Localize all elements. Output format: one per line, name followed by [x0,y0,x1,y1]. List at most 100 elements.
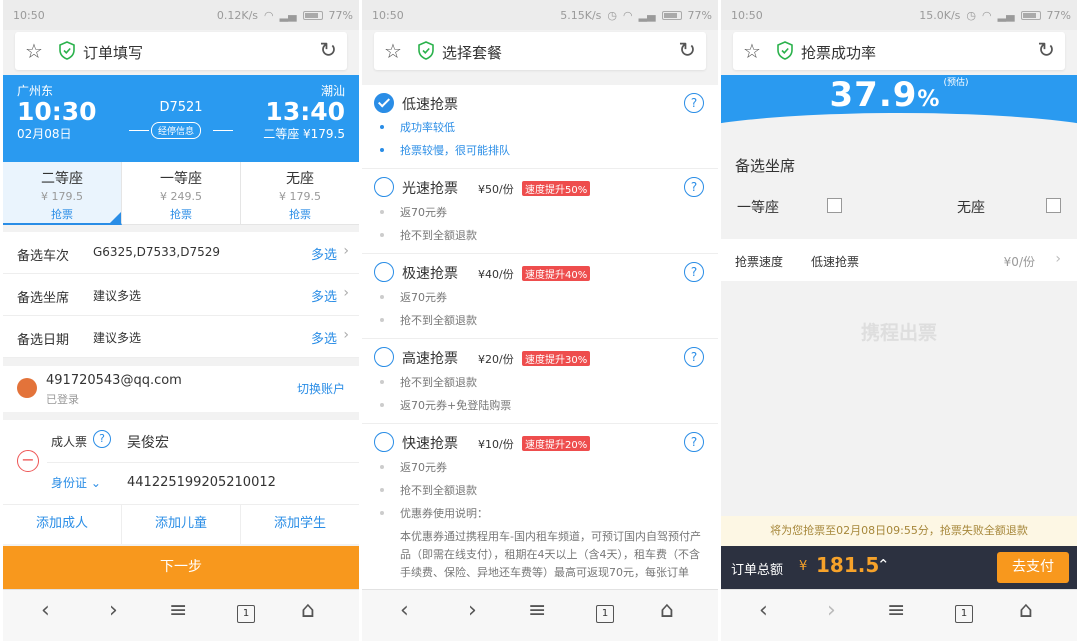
menu-icon[interactable]: ≡ [169,598,187,623]
currency: ¥ [799,559,808,574]
package-light-speed[interactable]: 光速抢票 ¥50/份 速度提升50% ? 返70元券 抢不到全额退款 [362,169,718,254]
multi-select-link[interactable]: 多选 [311,328,337,347]
back-icon[interactable]: ‹ [41,598,50,623]
radio-checked-icon[interactable] [374,93,394,113]
next-step-button[interactable]: 下一步 [3,546,359,589]
address-box[interactable]: ☆ 抢票成功率 ↻ [733,32,1065,70]
success-rate: 37.9%(预估) [721,75,1077,115]
tabs-icon[interactable]: 1 [237,605,255,623]
divider [129,130,149,131]
star-icon[interactable]: ☆ [743,39,761,63]
tabs-icon[interactable]: 1 [955,605,973,623]
speed-row[interactable]: 抢票速度 低速抢票 ¥0/份 › [721,239,1077,281]
status-bar: 10:50 5.15K/s ◷ ◠ ▂▄ 77% [362,0,718,30]
radio-icon[interactable] [374,432,394,452]
no-seat-checkbox[interactable] [1046,198,1061,213]
package-fast-speed[interactable]: 快速抢票 ¥10/份 速度提升20% ? 返70元券 抢不到全额退款 优惠券使用… [362,424,718,604]
star-icon[interactable]: ☆ [25,39,43,63]
login-status: 已登录 [46,393,79,406]
help-icon[interactable]: ? [684,347,704,367]
reload-icon[interactable]: ↻ [319,38,337,62]
help-icon[interactable]: ? [684,432,704,452]
seat-options: 二等座 ¥ 179.5 抢票 一等座 ¥ 249.5 抢票 无座 ¥ 179.5… [3,162,359,225]
menu-icon[interactable]: ≡ [887,598,905,623]
address-box[interactable]: ☆ 选择套餐 ↻ [374,32,706,70]
row-label: 备选坐席 [17,291,70,306]
home-icon[interactable]: ⌂ [301,598,315,623]
signal-icon: ▂▄ [279,9,297,22]
status-time: 10:50 [731,9,763,22]
travel-date: 02月08日 [17,127,72,141]
wave-shape [721,113,1077,132]
home-icon[interactable]: ⌂ [1019,598,1033,623]
package-extreme-speed[interactable]: 极速抢票 ¥40/份 速度提升40% ? 返70元券 抢不到全额退款 [362,254,718,339]
forward-icon[interactable]: › [827,598,836,623]
radio-icon[interactable] [374,177,394,197]
reload-icon[interactable]: ↻ [1037,38,1055,62]
bullet [380,403,384,407]
help-icon[interactable]: ? [684,93,704,113]
remove-passenger-icon[interactable]: − [17,450,39,472]
seat-no-seat[interactable]: 无座 ¥ 179.5 抢票 [241,162,359,225]
add-student-button[interactable]: 添加学生 [241,505,359,544]
home-icon[interactable]: ⌂ [660,598,674,623]
refund-notice: 将为您抢票至02月08日09:55分，抢票失败全额退款 [721,516,1077,546]
seat-first-class[interactable]: 一等座 ¥ 249.5 抢票 [122,162,241,225]
speed-badge: 速度提升40% [522,266,591,281]
forward-icon[interactable]: › [109,598,118,623]
alternative-options: 备选车次 G6325,D7533,D7529 多选 › 备选坐席 建议多选 多选… [3,232,359,358]
pay-bar: 订单总额 ¥ 181.5 ⌃ 去支付 [721,546,1077,589]
option-label: 无座 [957,200,985,216]
battery-level: 77% [328,9,353,22]
wifi-icon: ◠ [623,9,633,22]
forward-icon[interactable]: › [468,598,477,623]
address-box[interactable]: ☆ 订单填写 ↻ [15,32,347,70]
wifi-icon: ◠ [264,9,274,22]
screen-success-rate: 10:50 15.0K/s ◷ ◠ ▂▄ 77% ☆ 抢票成功率 ↻ 37.9%… [721,0,1077,641]
pay-button[interactable]: 去支付 [997,552,1069,583]
tabs-icon[interactable]: 1 [596,605,614,623]
battery-icon [661,11,682,20]
package-low-speed[interactable]: 低速抢票 ? 成功率较低 抢票较慢，很可能排队 [362,85,718,169]
id-number[interactable]: 441225199205210012 [127,475,276,490]
net-speed: 0.12K/s [216,9,259,22]
bullet [380,380,384,384]
chevron-up-icon[interactable]: ⌃ [877,556,890,574]
bullet [380,233,384,237]
package-name: 快速抢票 [402,436,458,452]
help-icon[interactable]: ? [93,430,111,448]
radio-icon[interactable] [374,347,394,367]
multi-select-link[interactable]: 多选 [311,244,337,263]
speed-badge: 速度提升50% [522,181,591,196]
help-icon[interactable]: ? [684,177,704,197]
switch-account-link[interactable]: 切换账户 [297,380,345,397]
bullet [380,125,384,129]
row-value: 建议多选 [93,331,142,345]
radio-icon[interactable] [374,262,394,282]
stops-info-button[interactable]: 经停信息 [151,122,202,139]
row-alt-dates[interactable]: 备选日期 建议多选 多选 › [3,316,359,358]
alarm-icon: ◷ [607,9,618,22]
add-child-button[interactable]: 添加儿童 [122,505,241,544]
row-alt-seats[interactable]: 备选坐席 建议多选 多选 › [3,274,359,316]
reload-icon[interactable]: ↻ [678,38,696,62]
back-icon[interactable]: ‹ [759,598,768,623]
add-adult-button[interactable]: 添加成人 [3,505,122,544]
page-title: 选择套餐 [442,44,503,62]
row-value: 低速抢票 [811,255,860,269]
row-alt-trains[interactable]: 备选车次 G6325,D7533,D7529 多选 › [3,232,359,274]
multi-select-link[interactable]: 多选 [311,286,337,305]
seat-name: 二等座 [41,171,83,187]
seat-price: ¥ 179.5 [41,190,83,203]
selected-corner-icon [110,212,121,223]
seat-second-class[interactable]: 二等座 ¥ 179.5 抢票 [3,162,122,225]
train-number: D7521 [159,100,203,115]
menu-icon[interactable]: ≡ [528,598,546,623]
back-icon[interactable]: ‹ [400,598,409,623]
package-high-speed[interactable]: 高速抢票 ¥20/份 速度提升30% ? 抢不到全额退款 返70元券+免登陆购票 [362,339,718,424]
id-type-select[interactable]: 身份证 ⌄ [51,474,101,491]
passenger-name[interactable]: 吴俊宏 [127,432,169,452]
help-icon[interactable]: ? [684,262,704,282]
star-icon[interactable]: ☆ [384,39,402,63]
first-class-checkbox[interactable] [827,198,842,213]
